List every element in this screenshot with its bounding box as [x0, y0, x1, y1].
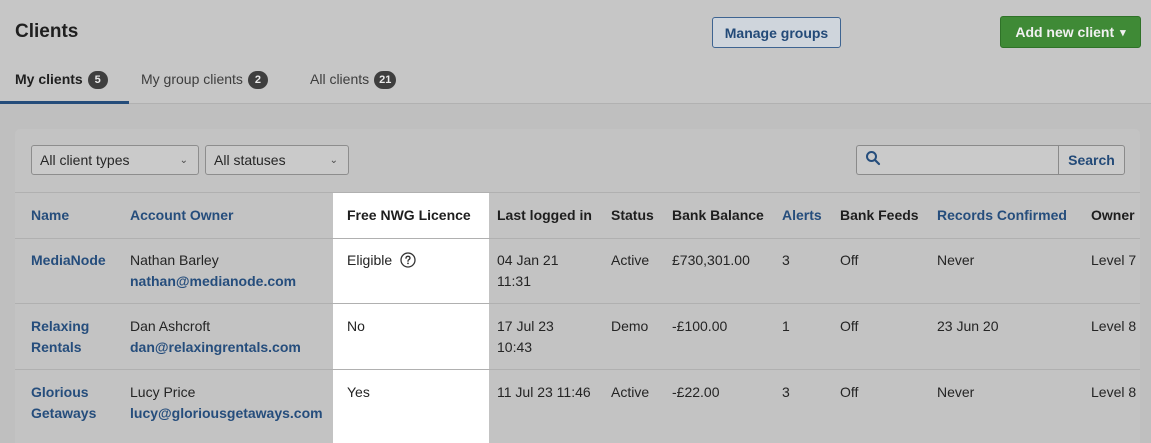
- licence-cell: Eligible: [347, 250, 416, 271]
- client-name: MediaNode: [31, 252, 106, 268]
- owner-value: Level 8: [1091, 318, 1137, 334]
- count-badge: 2: [247, 71, 268, 89]
- alerts-value: 1: [782, 318, 790, 334]
- divider: [15, 303, 1140, 304]
- bank-feeds-value: Off: [840, 252, 859, 268]
- client-type-value: All client types: [40, 152, 130, 168]
- search-icon: [865, 150, 881, 171]
- owner-value: Level 8: [1091, 384, 1137, 400]
- last-logged-time: 10:43: [497, 339, 533, 355]
- alerts-value: 3: [782, 252, 790, 268]
- manage-groups-button[interactable]: Manage groups: [712, 17, 841, 48]
- bank-balance-value: -£100.00: [672, 318, 728, 334]
- status-select[interactable]: All statuses ⌄: [205, 145, 349, 175]
- bank-balance-value: -£22.00: [672, 384, 720, 400]
- account-owner-name: Dan Ashcroft: [130, 318, 211, 334]
- count-badge: 5: [87, 71, 108, 89]
- tab-label: My clients: [15, 71, 83, 87]
- column-header-name[interactable]: Name: [31, 205, 69, 226]
- status-value: All statuses: [214, 152, 286, 168]
- client-name-line: Getaways: [31, 405, 97, 421]
- account-owner-email[interactable]: lucy@gloriousgetaways.com: [130, 403, 323, 424]
- search-input[interactable]: [856, 145, 1059, 175]
- bank-feeds-value: Off: [840, 318, 859, 334]
- column-header-bank-feeds: Bank Feeds: [840, 207, 919, 223]
- client-name-line: Rentals: [31, 339, 82, 355]
- column-header-owner: Owner: [1091, 207, 1135, 223]
- divider: [15, 369, 1140, 370]
- records-confirmed-value: Never: [937, 384, 975, 400]
- last-logged-date: 11 Jul 23 11:46: [497, 384, 591, 400]
- tab-my-clients[interactable]: My clients 5: [0, 64, 129, 104]
- account-owner-email[interactable]: nathan@medianode.com: [130, 271, 296, 292]
- bank-balance-value: £730,301.00: [672, 252, 750, 268]
- column-header-bank-balance: Bank Balance: [672, 207, 764, 223]
- client-name-link[interactable]: Glorious Getaways: [31, 382, 96, 424]
- search-button[interactable]: Search: [1058, 145, 1125, 175]
- account-owner-email[interactable]: dan@relaxingrentals.com: [130, 337, 301, 358]
- status-value: Active: [611, 384, 650, 400]
- records-confirmed-value: Never: [937, 252, 975, 268]
- client-name-line: Glorious: [31, 384, 89, 400]
- tab-label: My group clients: [141, 71, 243, 87]
- chevron-down-icon: ▾: [1120, 26, 1126, 39]
- add-new-client-button[interactable]: Add new client ▾: [1000, 16, 1141, 48]
- last-logged-date: 17 Jul 23: [497, 318, 554, 334]
- status-value: Demo: [611, 318, 649, 334]
- tab-my-group-clients[interactable]: My group clients 2: [141, 64, 291, 104]
- bank-feeds-value: Off: [840, 384, 859, 400]
- records-confirmed-value: 23 Jun 20: [937, 318, 999, 334]
- account-owner-name: Lucy Price: [130, 384, 196, 400]
- count-badge: 21: [374, 71, 397, 89]
- licence-value: Eligible: [347, 252, 393, 268]
- help-icon[interactable]: [400, 252, 416, 268]
- add-new-client-label: Add new client: [1015, 24, 1115, 40]
- column-header-alerts[interactable]: Alerts: [782, 205, 822, 226]
- tab-all-clients[interactable]: All clients 21: [310, 64, 420, 104]
- column-header-records-confirmed[interactable]: Records Confirmed: [937, 205, 1067, 226]
- column-header-status: Status: [611, 207, 654, 223]
- client-name-link[interactable]: Relaxing Rentals: [31, 316, 89, 358]
- last-logged-date: 04 Jan 21: [497, 252, 559, 268]
- last-logged-time: 11:31: [497, 273, 531, 289]
- client-name-link[interactable]: MediaNode: [31, 250, 106, 271]
- tab-label: All clients: [310, 71, 370, 87]
- account-owner-name: Nathan Barley: [130, 252, 219, 268]
- chevron-down-icon: ⌄: [179, 154, 188, 166]
- status-value: Active: [611, 252, 650, 268]
- licence-value: No: [347, 318, 365, 334]
- column-header-account-owner[interactable]: Account Owner: [130, 205, 233, 226]
- alerts-value: 3: [782, 384, 790, 400]
- divider: [15, 192, 1140, 193]
- chevron-down-icon: ⌄: [329, 154, 338, 166]
- client-type-select[interactable]: All client types ⌄: [31, 145, 199, 175]
- column-header-free-nwg-licence: Free NWG Licence: [347, 207, 471, 223]
- client-name-line: Relaxing: [31, 318, 90, 334]
- column-header-last-logged-in: Last logged in: [497, 207, 592, 223]
- licence-value: Yes: [347, 384, 370, 400]
- owner-value: Level 7: [1091, 252, 1137, 268]
- divider: [15, 238, 1140, 239]
- page-title: Clients: [15, 21, 79, 42]
